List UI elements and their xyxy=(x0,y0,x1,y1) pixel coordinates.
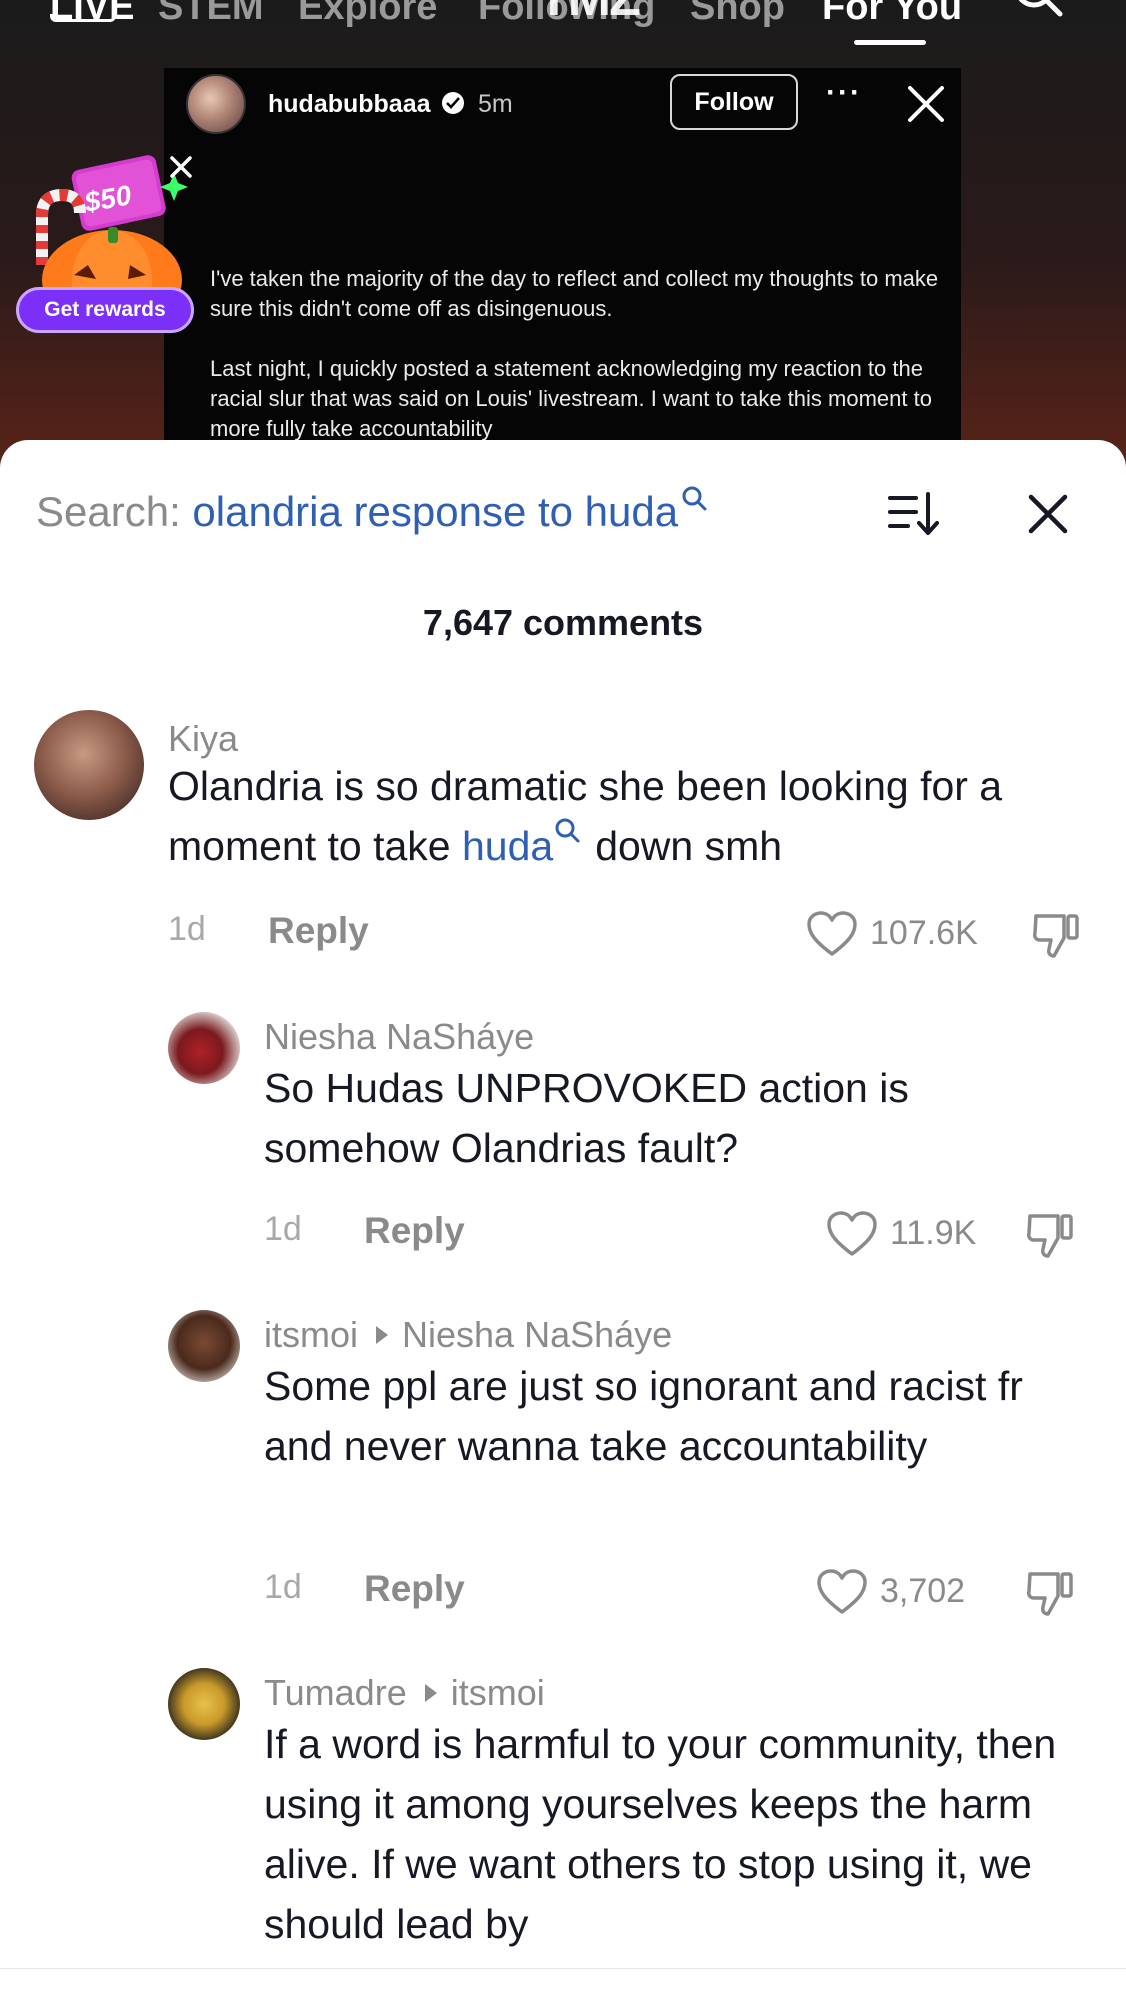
comment-author[interactable]: Kiya xyxy=(168,718,238,760)
reply-arrow-icon xyxy=(376,1326,389,1345)
comment-author[interactable]: Tumadre xyxy=(264,1672,407,1713)
comment-text-part: down smh xyxy=(595,823,783,869)
post-paragraph: Last night, I quickly posted a statement… xyxy=(210,356,932,441)
avatar[interactable] xyxy=(34,710,144,820)
post-username[interactable]: hudabubbaaa xyxy=(268,90,431,119)
avatar[interactable] xyxy=(168,1012,240,1084)
avatar[interactable] xyxy=(186,74,246,134)
verified-badge-icon xyxy=(442,92,464,114)
like-count: 3,702 xyxy=(880,1572,966,1610)
comment-count: 7,647 comments xyxy=(422,602,704,643)
reply-button[interactable]: Reply xyxy=(364,1568,465,1610)
heart-icon[interactable] xyxy=(806,910,858,958)
comment-time: 1d xyxy=(264,1568,302,1606)
like-count: 107.6K xyxy=(870,914,978,952)
search-icon[interactable] xyxy=(1010,0,1066,20)
search-query[interactable]: olandria response to huda xyxy=(192,488,678,535)
close-icon[interactable] xyxy=(1026,492,1070,536)
live-tab-indicator xyxy=(50,14,116,22)
comment-time: 1d xyxy=(168,910,206,948)
video-background: LIVE STEM Explore Following Shop For You… xyxy=(0,0,1126,470)
post-paragraph: I've taken the majority of the day to re… xyxy=(210,266,939,321)
comment-input-bar[interactable] xyxy=(0,1968,1126,2002)
comment-author-line: itsmoi Niesha NaSháye xyxy=(264,1314,672,1356)
comment-author[interactable]: Niesha NaSháye xyxy=(264,1016,534,1058)
heart-icon[interactable] xyxy=(826,1210,878,1258)
close-rewards-icon[interactable] xyxy=(166,152,196,182)
close-icon[interactable] xyxy=(904,82,948,126)
search-icon xyxy=(555,818,580,843)
comment-text: So Hudas UNPROVOKED action is somehow Ol… xyxy=(264,1065,909,1171)
tmz-watermark-logo: TMZ xyxy=(538,0,641,28)
comment-text-part: Olandria is so dramatic she been looking… xyxy=(168,763,1003,869)
comment-text: If a word is harmful to your community, … xyxy=(264,1721,1057,1947)
comment-text: Olandria is so dramatic she been looking… xyxy=(168,756,1068,876)
search-prefix: Search: xyxy=(36,488,181,535)
comment-author[interactable]: itsmoi xyxy=(264,1314,358,1355)
avatar[interactable] xyxy=(168,1310,240,1382)
reply-button[interactable]: Reply xyxy=(364,1210,465,1252)
active-tab-indicator xyxy=(854,40,926,45)
comment-search-header[interactable]: Search: olandria response to huda xyxy=(36,486,708,536)
post-timestamp: 5m xyxy=(478,90,513,118)
dislike-icon[interactable] xyxy=(1024,1210,1076,1260)
comments-sheet: Search: olandria response to huda 7,647 … xyxy=(0,440,1126,2002)
more-options-icon[interactable]: ··· xyxy=(826,76,862,110)
avatar[interactable] xyxy=(168,1668,240,1740)
reply-button[interactable]: Reply xyxy=(268,910,369,952)
search-icon xyxy=(682,486,707,511)
tab-stem[interactable]: STEM xyxy=(158,0,264,29)
dislike-icon[interactable] xyxy=(1024,1568,1076,1618)
tab-for-you[interactable]: For You xyxy=(822,0,962,29)
reply-to-author[interactable]: Niesha NaSháye xyxy=(402,1314,672,1355)
dislike-icon[interactable] xyxy=(1030,910,1082,960)
comment-item: Kiya Olandria is so dramatic she been lo… xyxy=(0,710,1126,970)
comment-text: Some ppl are just so ignorant and racist… xyxy=(264,1363,1023,1469)
heart-icon[interactable] xyxy=(816,1568,868,1616)
comment-reply-item: Tumadre itsmoi If a word is harmful to yo… xyxy=(0,1668,1126,2002)
reply-to-author[interactable]: itsmoi xyxy=(451,1672,545,1713)
post-screenshot-card: hudabubbaaa 5m Follow ··· I've taken the… xyxy=(164,68,961,470)
comment-reply-item: itsmoi Niesha NaSháye Some ppl are just s… xyxy=(0,1310,1126,1616)
comment-time: 1d xyxy=(264,1210,302,1248)
follow-button[interactable]: Follow xyxy=(670,74,798,130)
comment-reply-item: Niesha NaSháye So Hudas UNPROVOKED actio… xyxy=(0,1012,1126,1272)
search-highlight-link[interactable]: huda xyxy=(462,823,553,869)
tab-shop[interactable]: Shop xyxy=(690,0,785,29)
get-rewards-button[interactable]: Get rewards xyxy=(16,287,194,333)
comment-author-line: Tumadre itsmoi xyxy=(264,1672,545,1714)
like-count: 11.9K xyxy=(890,1214,977,1252)
tab-explore[interactable]: Explore xyxy=(298,0,437,29)
reply-arrow-icon xyxy=(424,1684,437,1703)
top-navigation: LIVE STEM Explore Following Shop For You… xyxy=(0,0,1126,46)
sort-icon[interactable] xyxy=(886,490,942,538)
